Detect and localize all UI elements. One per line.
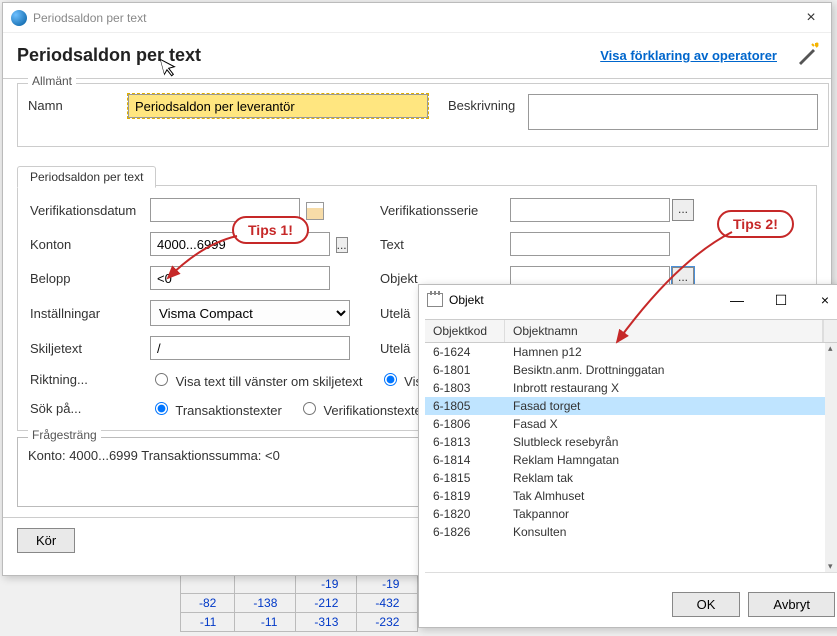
sok-opt2[interactable]: Verifikationstexter	[298, 399, 426, 418]
install-select[interactable]: Visma Compact	[150, 300, 350, 326]
text-input[interactable]	[510, 232, 670, 256]
ok-button[interactable]: OK	[672, 592, 741, 617]
popup-footer: OK Avbryt	[672, 592, 835, 617]
konton-picker-button[interactable]: ...	[336, 237, 348, 253]
text-label: Text	[380, 237, 510, 252]
run-button[interactable]: Kör	[17, 528, 75, 553]
window-title: Periodsaldon per text	[33, 11, 823, 25]
list-item[interactable]: 6-1826Konsulten	[425, 523, 837, 541]
list-item[interactable]: 6-1813Slutbleck resebyrån	[425, 433, 837, 451]
list-item[interactable]: 6-1806Fasad X	[425, 415, 837, 433]
tips1-callout: Tips 1!	[232, 216, 309, 244]
riktning-opt1[interactable]: Visa text till vänster om skiljetext	[150, 370, 363, 389]
popup-window-icon	[427, 293, 443, 307]
objekt-popup: Objekt — ☐ × Objektkod Objektnamn 6-1624…	[418, 284, 837, 628]
tab-periodsaldon[interactable]: Periodsaldon per text	[17, 166, 156, 188]
cancel-button[interactable]: Avbryt	[748, 592, 835, 617]
sok-label: Sök på...	[30, 401, 150, 416]
verifdatum-label: Verifikationsdatum	[30, 203, 150, 218]
riktning-label: Riktning...	[30, 372, 150, 387]
skiljetext-label: Skiljetext	[30, 341, 150, 356]
popup-title-bar: Objekt — ☐ ×	[419, 285, 837, 315]
list-item[interactable]: 6-1815Reklam tak	[425, 469, 837, 487]
list-item[interactable]: 6-1801Besiktn.anm. Drottninggatan	[425, 361, 837, 379]
header-scroll-gap	[823, 320, 837, 342]
help-link[interactable]: Visa förklaring av operatorer	[600, 48, 777, 63]
description-label: Beskrivning	[448, 94, 528, 113]
wand-icon[interactable]	[795, 41, 821, 73]
header: Periodsaldon per text Visa förklaring av…	[3, 33, 831, 79]
name-input[interactable]	[128, 94, 428, 118]
col-objektkod[interactable]: Objektkod	[425, 320, 505, 342]
maximize-icon[interactable]: ☐	[759, 285, 803, 315]
tips2-callout: Tips 2!	[717, 210, 794, 238]
app-icon	[11, 10, 27, 26]
sok-opt1[interactable]: Transaktionstexter	[150, 399, 282, 418]
belopp-label: Belopp	[30, 271, 150, 286]
list-item[interactable]: 6-1814Reklam Hamngatan	[425, 451, 837, 469]
main-title-bar: Periodsaldon per text ×	[3, 3, 831, 33]
konton-label: Konton	[30, 237, 150, 252]
install-label: Inställningar	[30, 306, 150, 321]
skiljetext-input[interactable]	[150, 336, 350, 360]
list-item[interactable]: 6-1820Takpannor	[425, 505, 837, 523]
list-item[interactable]: 6-1805Fasad torget	[425, 397, 837, 415]
popup-close-icon[interactable]: ×	[803, 285, 837, 315]
list-item[interactable]: 6-1819Tak Almhuset	[425, 487, 837, 505]
general-section: Namn Beskrivning	[17, 83, 829, 147]
verifserie-picker-button[interactable]: ...	[672, 199, 694, 221]
list-item[interactable]: 6-1803Inbrott restaurang X	[425, 379, 837, 397]
close-icon[interactable]: ×	[791, 3, 831, 33]
tips1-text: Tips 1!	[232, 216, 309, 244]
name-label: Namn	[28, 94, 128, 113]
description-input[interactable]	[528, 94, 818, 130]
verifserie-input[interactable]	[510, 198, 670, 222]
scrollbar[interactable]	[825, 343, 837, 572]
list-item[interactable]: 6-1624Hamnen p12	[425, 343, 837, 361]
verifserie-label: Verifikationsserie	[380, 203, 510, 218]
popup-list[interactable]: 6-1624Hamnen p126-1801Besiktn.anm. Drott…	[425, 343, 837, 573]
query-text: Konto: 4000...6999 Transaktionssumma: <0	[28, 448, 280, 463]
